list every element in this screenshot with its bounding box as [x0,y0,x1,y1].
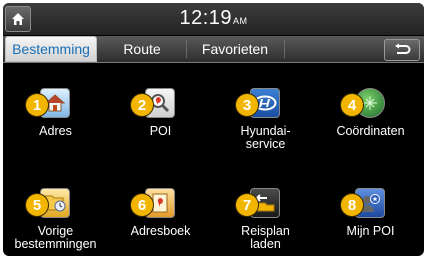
status-bar: 12:19AM [3,3,424,35]
number-badge: 2 [131,94,153,116]
menu-item-hyundai-service[interactable]: 3 Hyundai- service [213,63,318,151]
menu-item-mijn-poi[interactable]: 8 Mijn POI [318,163,423,251]
menu-item-adresboek[interactable]: 6 Adresboek [108,163,213,251]
menu-item-label: Vorige bestemmingen [14,224,97,251]
number-badge: 6 [131,194,153,216]
menu-grid: 1 Adres 2 POI 3 Hyundai- service 4 Coörd… [3,63,424,256]
menu-item-label: Hyundai- service [240,124,291,151]
number-badge: 1 [26,94,48,116]
menu-item-label: Adresboek [130,224,191,238]
tab-bar: Bestemming Route Favorieten [3,36,424,63]
tab-favorieten[interactable]: Favorieten [187,36,283,62]
menu-item-label: Adres [39,124,72,138]
number-badge: 8 [341,194,363,216]
menu-item-label: POI [149,124,172,138]
number-badge: 4 [341,94,363,116]
menu-item-label: Mijn POI [346,224,395,238]
back-arrow-icon [395,43,411,54]
navigation-panel: 12:19AM Bestemming Route Favorieten 1 Ad… [3,3,424,256]
tab-label: Route [123,41,161,57]
menu-item-reisplan-laden[interactable]: 7 Reisplan laden [213,163,318,251]
menu-item-poi[interactable]: 2 POI [108,63,213,151]
clock-ampm: AM [233,16,248,26]
tab-route[interactable]: Route [99,36,185,62]
menu-item-adres[interactable]: 1 Adres [3,63,108,151]
tab-label: Bestemming [12,41,90,57]
tab-label: Favorieten [201,41,269,57]
back-button[interactable] [384,39,420,61]
tab-divider [284,40,285,58]
number-badge: 3 [236,94,258,116]
menu-item-vorige-bestemmingen[interactable]: 5 Vorige bestemmingen [3,163,108,251]
clock: 12:19AM [3,7,424,30]
menu-item-coordinaten[interactable]: 4 Coördinaten [318,63,423,151]
screen: 12:19AM Bestemming Route Favorieten 1 Ad… [0,0,427,259]
clock-time: 12:19 [179,7,233,29]
number-badge: 7 [236,194,258,216]
menu-item-label: Reisplan laden [241,224,290,251]
menu-item-label: Coördinaten [336,124,405,138]
tab-bestemming[interactable]: Bestemming [5,36,97,62]
number-badge: 5 [26,194,48,216]
